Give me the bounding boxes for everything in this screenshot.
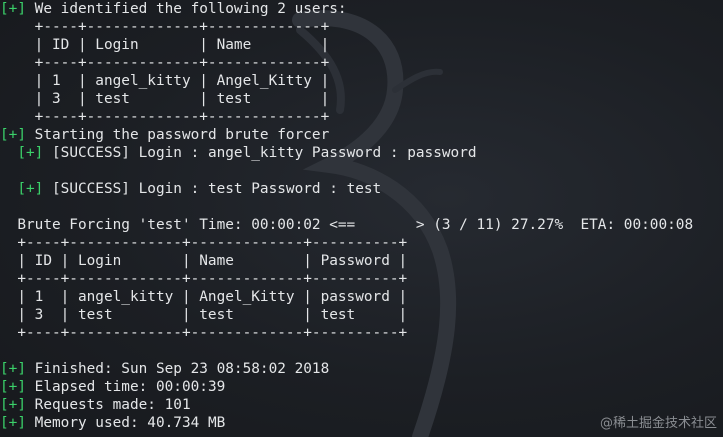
- brute-start-line: [+] Starting the password brute forcer: [0, 126, 329, 144]
- finished-line: [+] Finished: Sun Sep 23 08:58:02 2018: [0, 360, 329, 378]
- elapsed-text: Elapsed time: 00:00:39: [26, 379, 226, 395]
- memory-text: Memory used: 40.734 MB: [26, 415, 226, 431]
- success-line-1: [+] [SUCCESS] Login : angel_kitty Passwo…: [0, 144, 477, 162]
- status-tag: [+]: [17, 145, 44, 161]
- requests-text: Requests made: 101: [26, 397, 191, 413]
- results-table-row: +----+-------------+-------------+------…: [0, 235, 408, 251]
- requests-line: [+] Requests made: 101: [0, 396, 191, 414]
- intro-line: [+] We identified the following 2 users:: [0, 0, 347, 18]
- progress-line: Brute Forcing 'test' Time: 00:00:02 <== …: [0, 217, 694, 233]
- intro-table-row: +----+-------------+-------------+: [0, 55, 330, 71]
- results-table-row: | 1 | angel_kitty | Angel_Kitty | passwo…: [0, 289, 408, 305]
- terminal-window[interactable]: [+] We identified the following 2 users:…: [0, 0, 723, 437]
- intro-table-row: +----+-------------+-------------+: [0, 19, 330, 35]
- results-table-row: +----+-------------+-------------+------…: [0, 271, 408, 287]
- intro-table-row: +----+-------------+-------------+: [0, 109, 330, 125]
- status-tag: [+]: [17, 181, 44, 197]
- success-text-2: [SUCCESS] Login : test Password : test: [43, 181, 382, 197]
- finished-text: Finished: Sun Sep 23 08:58:02 2018: [26, 361, 330, 377]
- success-line-2: [+] [SUCCESS] Login : test Password : te…: [0, 180, 381, 198]
- memory-line: [+] Memory used: 40.734 MB: [0, 414, 225, 432]
- results-table-row: +----+-------------+-------------+------…: [0, 325, 408, 341]
- success-text-1: [SUCCESS] Login : angel_kitty Password :…: [43, 145, 477, 161]
- status-tag: [+]: [0, 1, 26, 17]
- intro-table-row: | 3 | test | test |: [0, 91, 330, 107]
- results-table-row: | 3 | test | test | test |: [0, 307, 408, 323]
- site-watermark: @稀土掘金技术社区: [599, 416, 717, 431]
- intro-table-row: | ID | Login | Name |: [0, 37, 330, 53]
- intro-table-row: | 1 | angel_kitty | Angel_Kitty |: [0, 73, 330, 89]
- results-table-row: | ID | Login | Name | Password |: [0, 253, 408, 269]
- intro-text: We identified the following 2 users:: [26, 1, 347, 17]
- status-tag: [+]: [0, 415, 26, 431]
- status-tag: [+]: [0, 379, 26, 395]
- status-tag: [+]: [0, 127, 26, 143]
- status-tag: [+]: [0, 361, 26, 377]
- brute-start-text: Starting the password brute forcer: [26, 127, 330, 143]
- status-tag: [+]: [0, 397, 26, 413]
- elapsed-line: [+] Elapsed time: 00:00:39: [0, 378, 225, 396]
